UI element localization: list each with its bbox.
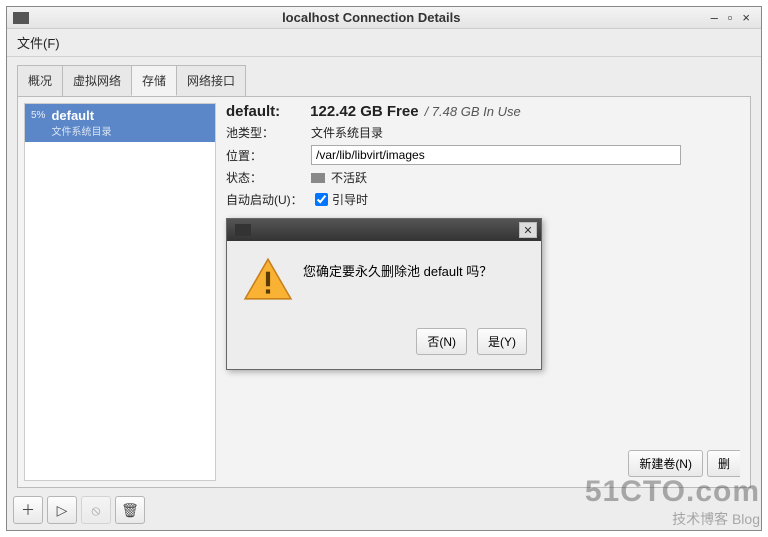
location-label: 位置： bbox=[226, 147, 311, 164]
maximize-button[interactable]: ▫ bbox=[723, 10, 738, 25]
window-title: localhost Connection Details bbox=[37, 10, 706, 25]
detail-free: 122.42 GB Free bbox=[310, 103, 418, 120]
dialog-no-button[interactable]: 否(N) bbox=[416, 328, 467, 355]
play-icon: ▷ bbox=[57, 502, 68, 519]
pool-subtitle: 文件系统目录 bbox=[51, 123, 111, 138]
trash-icon: 🗑 bbox=[121, 502, 139, 519]
dialog-close-button[interactable]: ✕ bbox=[519, 222, 537, 238]
delete-volume-button[interactable]: 删 bbox=[707, 450, 740, 477]
dialog-message: 您确定要永久删除池 default 吗？ bbox=[303, 261, 492, 280]
app-icon bbox=[13, 12, 29, 24]
pool-type-label: 池类型： bbox=[226, 124, 311, 141]
pool-usage-percent: 5% bbox=[31, 110, 45, 121]
dialog-yes-button[interactable]: 是(Y) bbox=[477, 328, 527, 355]
start-pool-button[interactable]: ▷ bbox=[47, 496, 77, 524]
plus-icon: ＋ bbox=[21, 500, 35, 520]
pool-list: 5% default 文件系统目录 bbox=[24, 103, 216, 481]
tab-storage[interactable]: 存储 bbox=[131, 65, 177, 96]
pool-name: default bbox=[51, 108, 111, 123]
delete-pool-button[interactable]: 🗑 bbox=[115, 496, 145, 524]
titlebar: localhost Connection Details – ▫ × bbox=[7, 7, 761, 29]
pool-type-value: 文件系统目录 bbox=[311, 124, 383, 141]
pool-toolbar: ＋ ▷ ⦸ 🗑 bbox=[7, 494, 761, 530]
dialog-titlebar: ✕ bbox=[227, 219, 541, 241]
autostart-checkbox[interactable] bbox=[315, 193, 328, 206]
pool-item-default[interactable]: 5% default 文件系统目录 bbox=[25, 104, 215, 142]
warning-icon bbox=[243, 257, 293, 306]
new-volume-button[interactable]: 新建卷(N) bbox=[628, 450, 703, 477]
menu-file[interactable]: 文件(F) bbox=[17, 36, 60, 51]
tabs: 概况 虚拟网络 存储 网络接口 bbox=[7, 57, 761, 96]
state-icon bbox=[311, 173, 325, 183]
detail-name: default: bbox=[226, 103, 280, 120]
minimize-button[interactable]: – bbox=[706, 10, 723, 25]
stop-icon: ⦸ bbox=[91, 502, 100, 519]
stop-pool-button: ⦸ bbox=[81, 496, 111, 524]
close-button[interactable]: × bbox=[737, 10, 755, 25]
state-value: 不活跃 bbox=[331, 169, 367, 186]
menubar: 文件(F) bbox=[7, 29, 761, 57]
dialog-app-icon bbox=[235, 224, 251, 236]
tab-overview[interactable]: 概况 bbox=[17, 65, 63, 96]
confirm-dialog: ✕ 您确定要永久删除池 default 吗？ 否(N) 是(Y) bbox=[226, 218, 542, 370]
autostart-label: 自动启动(U)： bbox=[226, 191, 311, 208]
detail-used: / 7.48 GB In Use bbox=[425, 104, 521, 119]
autostart-value: 引导时 bbox=[332, 191, 368, 208]
add-pool-button[interactable]: ＋ bbox=[13, 496, 43, 524]
state-label: 状态： bbox=[226, 169, 311, 186]
location-input[interactable] bbox=[311, 145, 681, 165]
tab-virtual-network[interactable]: 虚拟网络 bbox=[62, 65, 132, 96]
tab-network-interface[interactable]: 网络接口 bbox=[176, 65, 246, 96]
